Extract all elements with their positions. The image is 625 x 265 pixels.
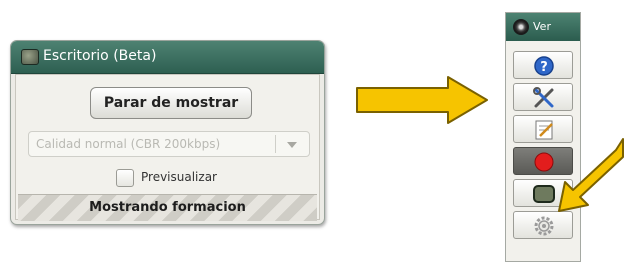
chevron-down-icon[interactable] (287, 142, 297, 148)
quality-select-value: Calidad normal (CBR 200kbps) (36, 137, 221, 151)
settings-icon (534, 216, 554, 236)
arrow-right-icon (356, 76, 488, 124)
desktop-share-panel: Escritorio (Beta) Parar de mostrar Calid… (10, 40, 325, 225)
status-bar: Mostrando formacion (18, 194, 317, 221)
panel-body: Parar de mostrar Calidad normal (CBR 200… (15, 74, 320, 221)
settings-button[interactable] (513, 211, 573, 239)
preview-label: Previsualizar (141, 170, 217, 184)
status-text: Mostrando formacion (89, 200, 246, 215)
toolbar-header: Ver (506, 13, 580, 41)
webcam-icon (513, 19, 529, 35)
screen-icon (21, 49, 39, 65)
tools-icon (533, 87, 554, 108)
quality-select[interactable]: Calidad normal (CBR 200kbps) (28, 131, 310, 157)
stop-sharing-button[interactable]: Parar de mostrar (90, 87, 252, 119)
select-divider (275, 135, 276, 153)
preview-checkbox[interactable] (116, 169, 134, 187)
svg-text:?: ? (540, 60, 548, 75)
help-button[interactable]: ? (513, 51, 573, 79)
toolbar-title: Ver (533, 20, 551, 33)
panel-title: Escritorio (Beta) (43, 48, 157, 64)
help-icon: ? (534, 56, 554, 76)
arrow-diagonal-icon (558, 138, 624, 212)
tools-button[interactable] (513, 83, 573, 111)
panel-header: Escritorio (Beta) (11, 41, 324, 74)
